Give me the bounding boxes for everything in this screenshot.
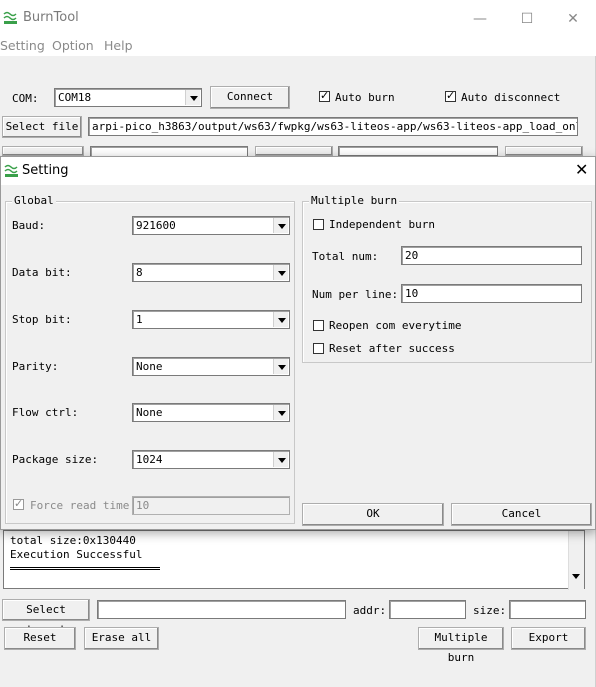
num-per-line-field[interactable]: 10 xyxy=(401,284,582,303)
global-caption: Global xyxy=(12,194,56,207)
minimize-button[interactable]: — xyxy=(460,6,500,32)
flow-ctrl-label: Flow ctrl: xyxy=(12,406,79,419)
reset-button[interactable]: Reset xyxy=(4,627,76,650)
hidden-select-2[interactable] xyxy=(338,146,498,156)
menu-option[interactable]: Option xyxy=(52,38,94,53)
baud-label: Baud: xyxy=(12,219,46,232)
parity-label: Parity: xyxy=(12,360,59,373)
dialog-title: Setting xyxy=(22,163,69,178)
chevron-down-icon xyxy=(273,452,288,467)
target-field[interactable] xyxy=(97,600,346,619)
package-size-label: Package size: xyxy=(12,453,99,466)
ok-button[interactable]: OK xyxy=(302,503,444,526)
hidden-button-1[interactable] xyxy=(2,146,84,156)
scroll-down-icon[interactable] xyxy=(572,574,580,579)
size-label: size: xyxy=(473,604,507,617)
force-read-label: Force read time xyxy=(30,499,130,512)
auto-burn-label: Auto burn xyxy=(335,91,395,104)
auto-disconnect-checkbox[interactable] xyxy=(445,89,456,102)
com-select[interactable]: COM18 xyxy=(54,88,202,107)
file-path-field[interactable]: arpi-pico_h3863/output/ws63/fwpkg/ws63-l… xyxy=(88,117,578,136)
stop-bit-value: 1 xyxy=(136,313,143,326)
menu-setting[interactable]: Setting xyxy=(0,38,45,53)
log-line: Execution Successful xyxy=(10,548,143,561)
log-divider xyxy=(10,567,160,570)
addr-field[interactable] xyxy=(389,600,466,619)
dialog-close-icon[interactable]: ✕ xyxy=(575,160,588,179)
select-file-button[interactable]: Select file xyxy=(2,116,82,138)
close-button[interactable]: ✕ xyxy=(553,6,593,32)
size-field[interactable] xyxy=(509,600,586,619)
force-read-checkbox[interactable] xyxy=(13,497,24,510)
package-size-value: 1024 xyxy=(136,453,163,466)
log-output[interactable]: total size:0x130440 Execution Successful xyxy=(3,530,585,590)
burntool-app-icon xyxy=(3,11,17,24)
hidden-select[interactable] xyxy=(90,146,248,156)
package-size-select[interactable]: 1024 xyxy=(132,450,290,469)
multiple-burn-caption: Multiple burn xyxy=(309,194,400,207)
select-target-button[interactable]: Select target xyxy=(2,599,90,636)
parity-value: None xyxy=(136,360,163,373)
data-bit-label: Data bit: xyxy=(12,266,72,279)
menu-help[interactable]: Help xyxy=(104,38,133,53)
flow-ctrl-select[interactable]: None xyxy=(132,403,290,422)
reset-after-success-checkbox[interactable] xyxy=(313,343,324,354)
independent-burn-checkbox[interactable] xyxy=(313,219,324,230)
title-bar: BurnTool — ☐ ✕ xyxy=(0,0,596,36)
hidden-button-3[interactable] xyxy=(505,146,583,156)
total-num-field[interactable]: 20 xyxy=(401,246,582,265)
reopen-com-checkbox[interactable] xyxy=(313,320,324,331)
com-label: COM: xyxy=(12,92,39,105)
log-line: total size:0x130440 xyxy=(10,534,136,547)
independent-burn-label: Independent burn xyxy=(329,218,435,231)
window-title: BurnTool xyxy=(23,10,79,25)
cancel-button[interactable]: Cancel xyxy=(451,503,592,526)
maximize-button[interactable]: ☐ xyxy=(507,6,547,32)
addr-label: addr: xyxy=(353,604,387,617)
chevron-down-icon xyxy=(273,405,288,420)
num-per-line-label: Num per line: xyxy=(312,288,399,301)
data-bit-value: 8 xyxy=(136,266,143,279)
multiple-burn-button[interactable]: Multiple burn xyxy=(418,627,504,664)
chevron-down-icon xyxy=(185,90,200,105)
stop-bit-label: Stop bit: xyxy=(12,313,72,326)
com-select-value: COM18 xyxy=(58,91,92,104)
connect-button[interactable]: Connect xyxy=(210,86,290,109)
stop-bit-select[interactable]: 1 xyxy=(132,310,290,329)
flow-ctrl-value: None xyxy=(136,406,163,419)
setting-dialog: Setting ✕ Global Baud: 921600 Data bit: … xyxy=(0,156,596,530)
chevron-down-icon xyxy=(273,312,288,327)
burntool-app-icon xyxy=(4,164,18,177)
log-scrollbar[interactable] xyxy=(568,531,584,590)
erase-all-button[interactable]: Erase all xyxy=(84,627,159,650)
chevron-down-icon xyxy=(273,359,288,374)
reopen-com-label: Reopen com everytime xyxy=(329,319,462,332)
parity-select[interactable]: None xyxy=(132,357,290,376)
baud-select[interactable]: 921600 xyxy=(132,216,290,235)
chevron-down-icon xyxy=(273,265,288,280)
reset-after-success-label: Reset after success xyxy=(329,342,455,355)
auto-burn-checkbox[interactable] xyxy=(319,89,330,102)
export-button[interactable]: Export xyxy=(511,627,586,650)
chevron-down-icon xyxy=(273,218,288,233)
force-read-field[interactable]: 10 xyxy=(132,496,290,515)
hidden-button-2[interactable] xyxy=(255,146,333,156)
menu-bar: Setting Option Help xyxy=(0,36,596,56)
dialog-title-bar: Setting ✕ xyxy=(1,157,595,185)
auto-disconnect-label: Auto disconnect xyxy=(461,91,561,104)
total-num-label: Total num: xyxy=(312,250,379,263)
baud-value: 921600 xyxy=(136,219,176,232)
data-bit-select[interactable]: 8 xyxy=(132,263,290,282)
